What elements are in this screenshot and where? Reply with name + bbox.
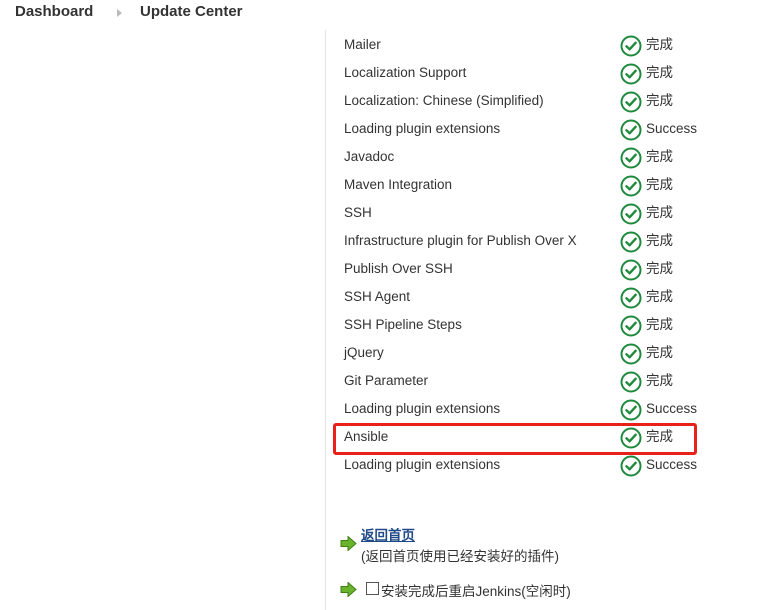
green-arrow-right-icon bbox=[340, 536, 357, 551]
install-status: 完成 bbox=[620, 31, 673, 59]
plugin-row: Publish Over SSH 完成 bbox=[344, 255, 704, 283]
install-status: Success bbox=[620, 451, 697, 479]
install-status: 完成 bbox=[620, 171, 673, 199]
plugin-row: Loading plugin extensions Success bbox=[344, 451, 704, 479]
status-text: Success bbox=[646, 401, 698, 416]
check-circle-icon bbox=[620, 175, 642, 197]
plugin-row: Javadoc 完成 bbox=[344, 143, 704, 171]
plugin-row: Loading plugin extensions Success bbox=[344, 115, 704, 143]
check-circle-icon bbox=[620, 343, 642, 365]
check-circle-icon bbox=[620, 119, 642, 141]
back-to-home-description: (返回首页使用已经安装好的插件) bbox=[361, 549, 559, 564]
install-status: 完成 bbox=[620, 339, 673, 367]
restart-jenkins-label[interactable]: 安装完成后重启Jenkins(空闲时) bbox=[381, 580, 571, 600]
status-text: Success bbox=[646, 457, 698, 472]
check-circle-icon bbox=[620, 147, 642, 169]
plugin-name: Git Parameter bbox=[344, 373, 429, 388]
plugin-name: Infrastructure plugin for Publish Over X bbox=[344, 233, 577, 248]
plugin-row: Maven Integration 完成 bbox=[344, 171, 704, 199]
install-status: 完成 bbox=[620, 199, 673, 227]
install-status: 完成 bbox=[620, 87, 673, 115]
install-status: 完成 bbox=[620, 367, 673, 395]
panel-divider bbox=[325, 30, 326, 610]
status-text: 完成 bbox=[646, 93, 673, 108]
plugin-name: Publish Over SSH bbox=[344, 261, 453, 276]
status-text: 完成 bbox=[646, 177, 673, 192]
install-status: 完成 bbox=[620, 59, 673, 87]
breadcrumb-update-center-link[interactable]: Update Center bbox=[140, 3, 243, 20]
breadcrumb-separator-icon bbox=[117, 9, 122, 17]
check-circle-icon bbox=[620, 91, 642, 113]
check-circle-icon bbox=[620, 203, 642, 225]
breadcrumb-dashboard-link[interactable]: Dashboard bbox=[15, 3, 93, 20]
install-status: 完成 bbox=[620, 311, 673, 339]
plugin-name: Maven Integration bbox=[344, 177, 453, 192]
install-status: 完成 bbox=[620, 283, 673, 311]
status-text: 完成 bbox=[646, 429, 673, 444]
check-circle-icon bbox=[620, 63, 642, 85]
plugin-name: Localization Support bbox=[344, 65, 467, 80]
status-text: 完成 bbox=[646, 65, 673, 80]
check-circle-icon bbox=[620, 287, 642, 309]
status-text: 完成 bbox=[646, 149, 673, 164]
check-circle-icon bbox=[620, 259, 642, 281]
status-text: 完成 bbox=[646, 317, 673, 332]
plugin-name: SSH Pipeline Steps bbox=[344, 317, 462, 332]
plugin-row: Git Parameter 完成 bbox=[344, 367, 704, 395]
status-text: 完成 bbox=[646, 37, 673, 52]
install-status: 完成 bbox=[620, 255, 673, 283]
check-circle-icon bbox=[620, 371, 642, 393]
restart-jenkins-checkbox[interactable] bbox=[366, 582, 379, 595]
status-text: 完成 bbox=[646, 233, 673, 248]
plugin-name: Javadoc bbox=[344, 149, 395, 164]
install-status: Success bbox=[620, 115, 697, 143]
install-status: Success bbox=[620, 395, 697, 423]
status-text: 完成 bbox=[646, 205, 673, 220]
install-status: 完成 bbox=[620, 423, 673, 451]
plugin-name: Ansible bbox=[344, 429, 389, 444]
status-text: 完成 bbox=[646, 373, 673, 388]
check-circle-icon bbox=[620, 455, 642, 477]
plugin-name: SSH bbox=[344, 205, 372, 220]
status-text: 完成 bbox=[646, 345, 673, 360]
check-circle-icon bbox=[620, 427, 642, 449]
plugin-name: Loading plugin extensions bbox=[344, 401, 501, 416]
plugin-row: Localization: Chinese (Simplified) 完成 bbox=[344, 87, 704, 115]
status-text: Success bbox=[646, 121, 698, 136]
check-circle-icon bbox=[620, 399, 642, 421]
plugin-row: Loading plugin extensions Success bbox=[344, 395, 704, 423]
install-status: 完成 bbox=[620, 227, 673, 255]
check-circle-icon bbox=[620, 231, 642, 253]
plugin-name: Mailer bbox=[344, 37, 381, 52]
check-circle-icon bbox=[620, 315, 642, 337]
plugin-name: Localization: Chinese (Simplified) bbox=[344, 93, 544, 108]
plugin-name: Loading plugin extensions bbox=[344, 457, 501, 472]
status-text: 完成 bbox=[646, 289, 673, 304]
plugin-row: SSH Pipeline Steps 完成 bbox=[344, 311, 704, 339]
plugin-name: jQuery bbox=[344, 345, 384, 360]
plugin-row: Ansible 完成 bbox=[344, 423, 704, 451]
check-circle-icon bbox=[620, 35, 642, 57]
plugin-name: Loading plugin extensions bbox=[344, 121, 501, 136]
breadcrumb: Dashboard Update Center bbox=[0, 0, 784, 27]
plugin-row: Infrastructure plugin for Publish Over X… bbox=[344, 227, 704, 255]
plugin-name: SSH Agent bbox=[344, 289, 411, 304]
status-text: 完成 bbox=[646, 261, 673, 276]
back-to-home-link[interactable]: 返回首页 bbox=[361, 524, 415, 544]
plugin-row: SSH Agent 完成 bbox=[344, 283, 704, 311]
plugin-row: Mailer 完成 bbox=[344, 31, 704, 59]
plugin-row: jQuery 完成 bbox=[344, 339, 704, 367]
plugin-row: Localization Support 完成 bbox=[344, 59, 704, 87]
green-arrow-right-icon bbox=[340, 582, 357, 597]
install-status: 完成 bbox=[620, 143, 673, 171]
side-panel bbox=[0, 30, 325, 610]
plugin-row: SSH 完成 bbox=[344, 199, 704, 227]
